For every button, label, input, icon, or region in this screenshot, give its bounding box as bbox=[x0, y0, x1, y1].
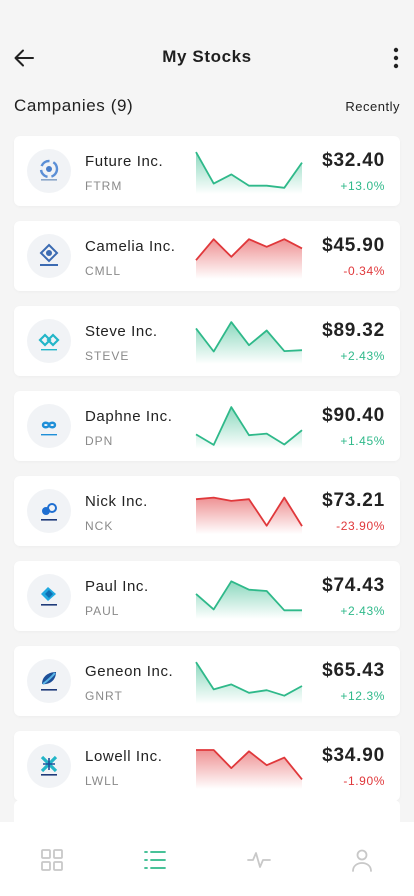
company-name: Steve Inc. bbox=[85, 323, 158, 340]
company-badge-leaf-icon bbox=[41, 672, 57, 691]
stock-card[interactable]: Daphne Inc. DPN $90.40 +1.45% bbox=[14, 391, 400, 461]
ticker-symbol: DPN bbox=[85, 434, 114, 448]
ticker-symbol: PAUL bbox=[85, 604, 120, 618]
app-header: My Stocks bbox=[0, 0, 414, 90]
sparkline-area bbox=[196, 750, 302, 789]
sparkline-chart bbox=[195, 321, 303, 364]
stock-price: $45.90 bbox=[322, 235, 385, 256]
company-logo bbox=[27, 489, 71, 533]
price-change: +12.3% bbox=[340, 689, 385, 703]
sparkline-chart bbox=[195, 151, 303, 194]
sparkline-area bbox=[196, 152, 302, 194]
company-logo bbox=[27, 149, 71, 193]
section-title: Campanies (9) bbox=[14, 96, 134, 115]
company-name: Geneon Inc. bbox=[85, 663, 174, 680]
pulse-icon bbox=[246, 852, 271, 868]
more-options-button[interactable] bbox=[384, 42, 408, 74]
stock-card[interactable]: Future Inc. FTRM $32.40 +13.0% bbox=[14, 136, 400, 206]
company-name: Nick Inc. bbox=[85, 493, 148, 510]
tab-profile[interactable] bbox=[332, 846, 392, 874]
stock-price: $74.43 bbox=[322, 575, 385, 596]
ticker-symbol: NCK bbox=[85, 519, 114, 533]
company-badge-knot-icon bbox=[41, 503, 57, 521]
stock-card[interactable]: Lowell Inc. LWLL $34.90 -1.90% bbox=[14, 731, 400, 801]
stock-price: $73.21 bbox=[322, 490, 385, 511]
stock-price: $65.43 bbox=[322, 660, 385, 681]
stock-price: $32.40 bbox=[322, 150, 385, 171]
page-title: My Stocks bbox=[162, 47, 252, 66]
sparkline-area bbox=[196, 581, 302, 619]
company-name: Camelia Inc. bbox=[85, 238, 176, 255]
company-badge-swirl-icon bbox=[39, 159, 59, 181]
tab-list[interactable] bbox=[125, 846, 185, 874]
stock-card[interactable]: Geneon Inc. GNRT $65.43 +12.3% bbox=[14, 646, 400, 716]
stock-card[interactable]: Camelia Inc. CMLL $45.90 -0.34% bbox=[14, 221, 400, 291]
stock-price: $89.32 bbox=[322, 320, 385, 341]
price-change: -1.90% bbox=[343, 774, 385, 788]
stock-card[interactable]: Nick Inc. NCK $73.21 -23.90% bbox=[14, 476, 400, 546]
company-name: Paul Inc. bbox=[85, 578, 149, 595]
price-change: +13.0% bbox=[340, 179, 385, 193]
company-badge-chain-icon bbox=[38, 333, 60, 351]
ticker-symbol: STEVE bbox=[85, 349, 130, 363]
company-logo bbox=[27, 404, 71, 448]
sparkline-area bbox=[196, 322, 302, 364]
price-change: +2.43% bbox=[340, 349, 385, 363]
sparkline-chart bbox=[196, 749, 303, 789]
price-change: -23.90% bbox=[336, 519, 385, 533]
ticker-symbol: CMLL bbox=[85, 264, 122, 278]
company-name: Daphne Inc. bbox=[85, 408, 173, 425]
bottom-tab-bar bbox=[0, 822, 414, 896]
company-badge-arrow-icon bbox=[41, 587, 57, 606]
price-change: +1.45% bbox=[340, 434, 385, 448]
company-logo bbox=[27, 234, 71, 278]
stock-list: Future Inc. FTRM $32.40 +13.0% Camelia I… bbox=[14, 136, 400, 816]
grid-icon bbox=[40, 849, 63, 871]
tab-home[interactable] bbox=[22, 846, 82, 874]
company-logo bbox=[27, 659, 71, 703]
list-icon bbox=[144, 851, 167, 869]
sparkline-chart bbox=[195, 238, 303, 279]
sort-dropdown[interactable]: Recently bbox=[345, 99, 400, 114]
company-badge-geo-icon bbox=[39, 243, 59, 266]
sparkline-area bbox=[196, 662, 302, 704]
stock-price: $34.90 bbox=[322, 745, 385, 766]
more-vertical-icon bbox=[393, 47, 399, 69]
company-badge-loop-icon bbox=[41, 421, 57, 436]
tab-activity[interactable] bbox=[229, 846, 289, 874]
company-badge-cross-icon bbox=[40, 755, 58, 776]
ticker-symbol: FTRM bbox=[85, 179, 123, 193]
stock-price: $90.40 bbox=[322, 405, 385, 426]
sparkline-chart bbox=[195, 661, 303, 704]
sparkline-area bbox=[196, 497, 302, 534]
company-logo bbox=[27, 319, 71, 363]
price-change: -0.34% bbox=[343, 264, 385, 278]
price-change: +2.43% bbox=[340, 604, 385, 618]
ticker-symbol: GNRT bbox=[85, 689, 123, 703]
sparkline-area bbox=[196, 239, 302, 279]
sparkline-chart bbox=[195, 496, 303, 534]
sparkline-chart bbox=[195, 406, 303, 449]
user-icon bbox=[352, 849, 373, 872]
stock-card[interactable]: Paul Inc. PAUL $74.43 +2.43% bbox=[14, 561, 400, 631]
company-logo bbox=[27, 744, 71, 788]
company-name: Lowell Inc. bbox=[85, 748, 163, 765]
ticker-symbol: LWLL bbox=[85, 774, 120, 788]
sparkline-chart bbox=[195, 580, 302, 619]
company-name: Future Inc. bbox=[85, 153, 164, 170]
company-logo bbox=[27, 574, 71, 618]
stock-card[interactable]: Steve Inc. STEVE $89.32 +2.43% bbox=[14, 306, 400, 376]
